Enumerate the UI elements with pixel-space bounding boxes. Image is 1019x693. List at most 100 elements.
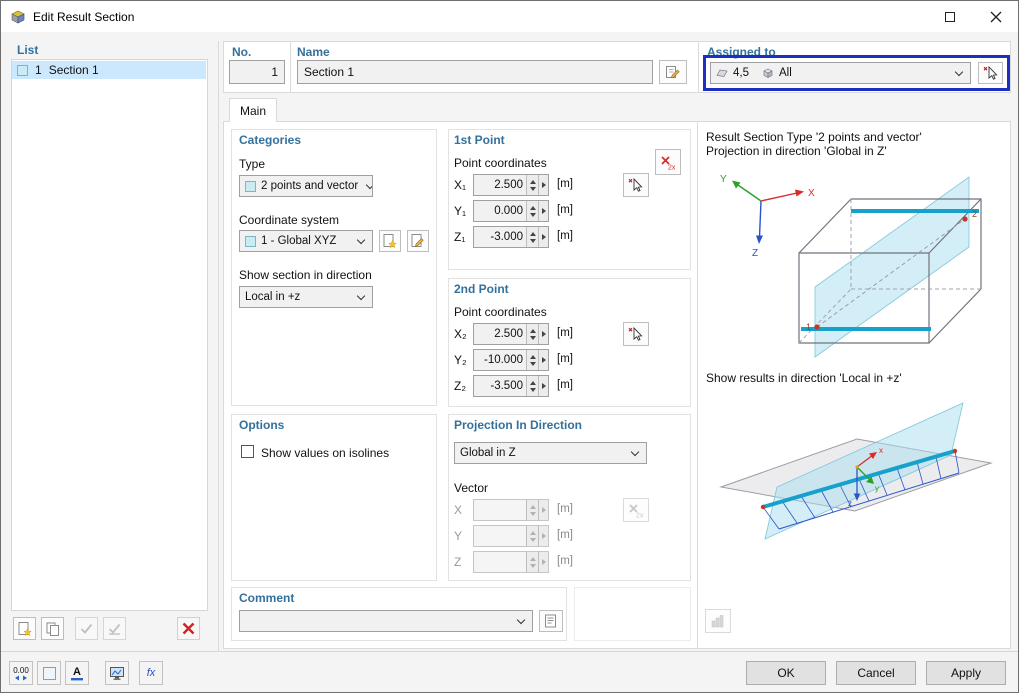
edit-name-button[interactable] [659,60,687,84]
close-button[interactable] [973,1,1019,32]
maximize-icon [945,12,955,22]
z1-input[interactable]: -3.000 [474,227,526,247]
check-all-button[interactable] [75,617,98,640]
copy-icon [45,621,61,637]
y1-spinner[interactable] [526,201,538,221]
vector-x-expand-arrow [538,500,548,520]
projection-value: Global in Z [460,447,516,459]
maximize-button[interactable] [927,1,973,32]
copy-section-button[interactable] [41,617,64,640]
cancel-button[interactable]: Cancel [836,661,916,685]
close-icon [990,11,1002,23]
assigned-to-select[interactable]: 4,5 All [710,62,971,84]
show-direction-label: Show section in direction [239,268,372,282]
section-type-icon [245,181,256,192]
y2-label: Y₂ [454,353,467,367]
type-select[interactable]: 2 points and vector [239,175,373,197]
y1-unit: [m] [557,204,573,216]
new-sheet-icon [17,621,33,637]
y1-label: Y₁ [454,204,466,218]
y2-input[interactable]: -10.000 [474,350,526,370]
z2-unit: [m] [557,379,573,391]
y1-input[interactable]: 0.000 [474,201,526,221]
chevron-down-icon [630,447,638,455]
left-right-arrows-icon [15,675,27,681]
new-sheet-icon [382,233,398,249]
decimal-places-button[interactable]: 0.00 [9,661,33,685]
point2-select-in-graphic-button[interactable] [623,322,649,346]
solids-icon [762,67,774,79]
projection-select[interactable]: Global in Z [454,442,647,464]
z1-unit: [m] [557,230,573,242]
z1-field[interactable]: -3.000 [473,226,549,248]
comment-input[interactable] [239,610,533,632]
comment-list-icon [543,613,559,629]
uncheck-all-button[interactable] [103,617,126,640]
axis-z2-label: z [848,499,852,508]
x1-field[interactable]: 2.500 [473,174,549,196]
font-button[interactable]: A [65,661,89,685]
edit-sheet-icon [410,233,426,249]
delete-section-button[interactable] [177,617,200,640]
diagram-settings-icon [710,613,726,629]
show-values-checkbox[interactable] [241,445,254,458]
chevron-down-icon [356,291,364,299]
ok-button[interactable]: OK [746,661,826,685]
x1-input[interactable]: 2.500 [474,175,526,195]
point1-select-in-graphic-button[interactable] [623,173,649,197]
show-direction-select[interactable]: Local in +z [239,286,373,308]
new-coordinate-system-button[interactable] [379,230,401,252]
z1-spinner[interactable] [526,227,538,247]
font-letter-label: A [73,666,81,678]
assigned-select-in-graphic-button[interactable] [978,62,1003,84]
x2-input[interactable]: 2.500 [474,324,526,344]
window-title: Edit Result Section [33,10,134,24]
list-item-section-1[interactable]: 1 Section 1 [12,61,206,79]
direction-preview-graphic: x y z [707,387,1005,601]
x1-expand-arrow[interactable] [538,175,548,195]
select-two-points-button[interactable]: 2x [655,149,681,175]
vector-z-unit: [m] [557,555,573,567]
tab-main[interactable]: Main [229,98,277,122]
apply-button[interactable]: Apply [926,661,1006,685]
z1-expand-arrow[interactable] [538,227,548,247]
y2-field[interactable]: -10.000 [473,349,549,371]
edit-result-section-dialog: Edit Result Section List 1 Section 1 [0,0,1019,693]
graphic-window-button[interactable] [105,661,129,685]
vector-y-expand-arrow [538,526,548,546]
two-points-select-icon: 2x [627,501,645,519]
x2-spinner[interactable] [526,324,538,344]
two-points-select-icon: 2x [659,153,677,171]
second-point-title: 2nd Point [454,282,509,296]
x1-spinner[interactable] [526,175,538,195]
show-direction-value: Local in +z [245,291,300,303]
section-color-icon [17,65,28,76]
edit-pencil-icon [665,64,681,80]
x2-field[interactable]: 2.500 [473,323,549,345]
z2-spinner[interactable] [526,376,538,396]
comment-templates-button[interactable] [539,610,563,632]
z2-expand-arrow[interactable] [538,376,548,396]
edit-coordinate-system-button[interactable] [407,230,429,252]
spacer-panel [574,587,691,641]
y2-spinner[interactable] [526,350,538,370]
axis-x-label: X [808,188,815,199]
categories-title: Categories [239,133,301,147]
name-input[interactable]: Section 1 [297,60,653,84]
x2-expand-arrow[interactable] [538,324,548,344]
coordinate-system-select[interactable]: 1 - Global XYZ [239,230,373,252]
y2-expand-arrow[interactable] [538,350,548,370]
new-section-button[interactable] [13,617,36,640]
graphic-settings-button[interactable] [705,609,731,633]
sections-list[interactable] [11,59,208,611]
y1-expand-arrow[interactable] [538,201,548,221]
vector-x-spinner [526,500,538,520]
x2-label: X₂ [454,327,467,341]
formula-button[interactable]: fx [139,661,163,685]
z2-field[interactable]: -3.500 [473,375,549,397]
display-properties-button[interactable] [37,661,61,685]
content-divider [697,122,698,648]
z2-input[interactable]: -3.500 [474,376,526,396]
name-value: Section 1 [304,65,354,79]
y1-field[interactable]: 0.000 [473,200,549,222]
